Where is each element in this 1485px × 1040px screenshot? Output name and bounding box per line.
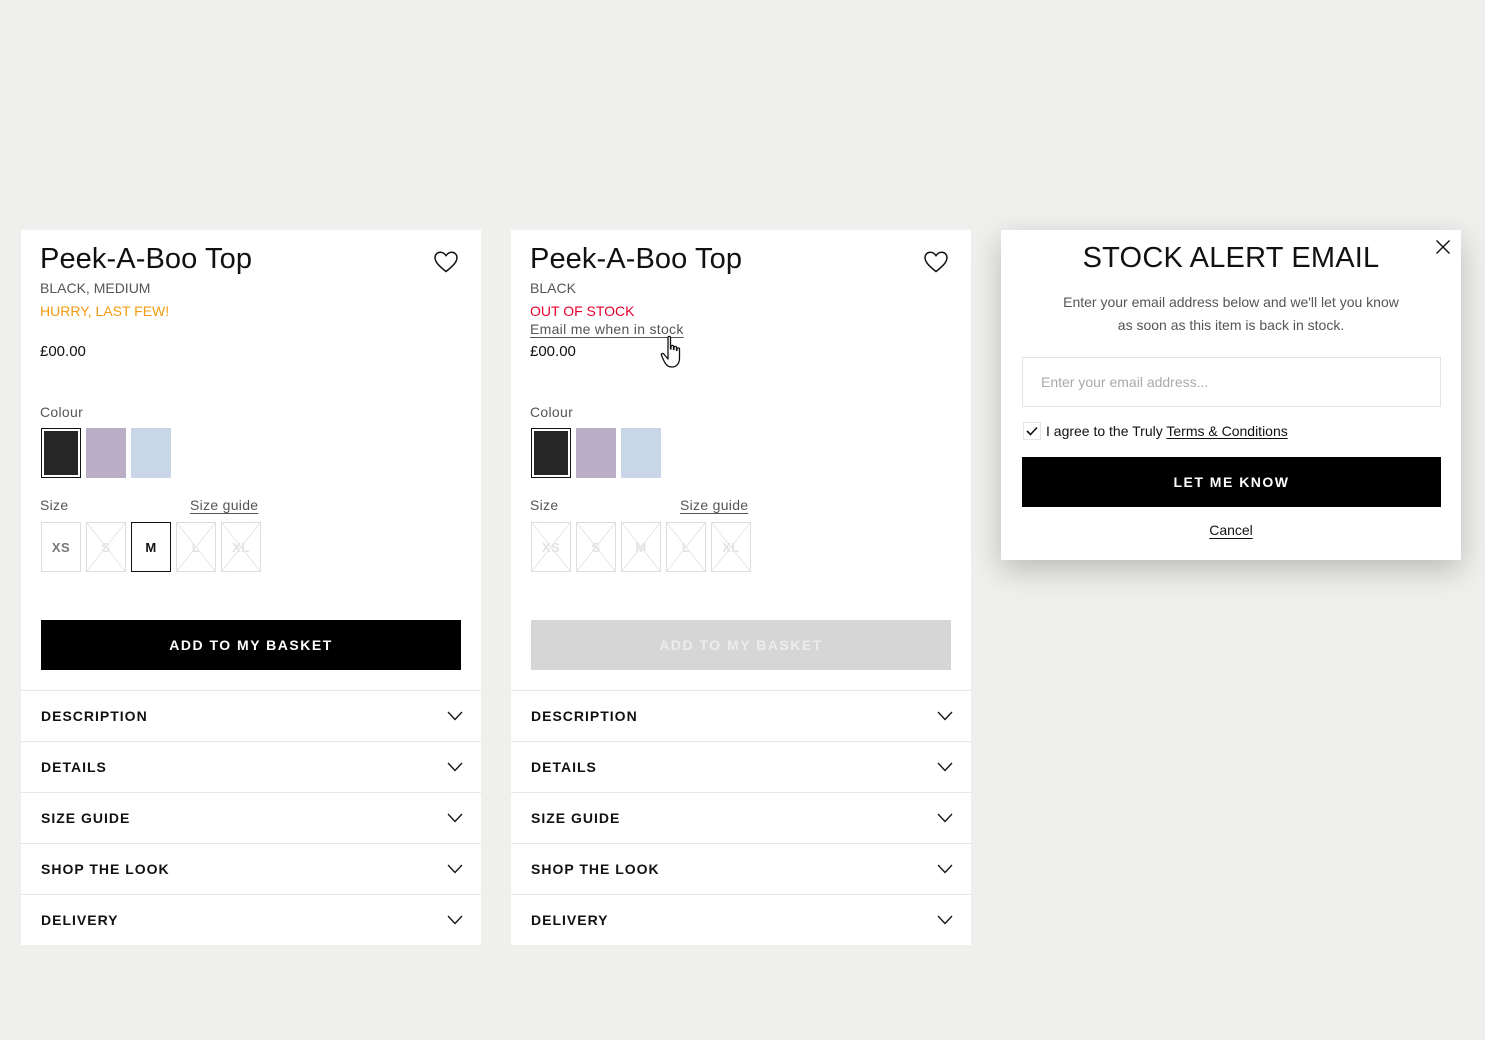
colour-label: Colour xyxy=(530,404,574,420)
size-option-m[interactable]: M xyxy=(131,522,171,572)
agree-checkbox[interactable] xyxy=(1023,422,1041,440)
chevron-down-icon xyxy=(447,864,463,874)
chevron-down-icon xyxy=(937,864,953,874)
cancel-link[interactable]: Cancel xyxy=(1209,522,1253,538)
accordion-label: SHOP THE LOOK xyxy=(531,861,660,877)
accordion-delivery[interactable]: DELIVERY xyxy=(21,894,481,945)
colour-swatches xyxy=(41,428,171,478)
chevron-down-icon xyxy=(447,711,463,721)
product-price: £00.00 xyxy=(40,343,86,360)
size-option-xs[interactable]: XS xyxy=(41,522,81,572)
modal-description-line: Enter your email address below and we'll… xyxy=(1063,294,1399,310)
add-to-basket-button-disabled: ADD TO MY BASKET xyxy=(531,620,951,670)
modal-title: STOCK ALERT EMAIL xyxy=(1082,242,1380,274)
heart-icon[interactable] xyxy=(433,250,459,274)
unavailable-cross-icon xyxy=(87,523,125,571)
accordion-description[interactable]: DESCRIPTION xyxy=(21,690,481,741)
colour-swatch-lilac[interactable] xyxy=(86,428,126,478)
modal-description: Enter your email address below and we'll… xyxy=(1041,291,1421,337)
accordion-description[interactable]: DESCRIPTION xyxy=(511,690,971,741)
accordion-label: SIZE GUIDE xyxy=(41,810,131,826)
stock-status-out: OUT OF STOCK xyxy=(530,303,635,319)
email-input[interactable] xyxy=(1022,357,1441,407)
product-accordion: DESCRIPTION DETAILS SIZE GUIDE SHOP THE … xyxy=(511,690,971,945)
size-option-s[interactable]: S xyxy=(576,522,616,572)
accordion-size-guide[interactable]: SIZE GUIDE xyxy=(21,792,481,843)
product-price: £00.00 xyxy=(530,343,576,360)
chevron-down-icon xyxy=(937,813,953,823)
colour-swatches xyxy=(531,428,661,478)
product-variant: BLACK, MEDIUM xyxy=(40,280,151,296)
size-guide-link[interactable]: Size guide xyxy=(190,497,258,513)
colour-swatch-light-blue[interactable] xyxy=(131,428,171,478)
unavailable-cross-icon xyxy=(222,523,260,571)
product-accordion: DESCRIPTION DETAILS SIZE GUIDE SHOP THE … xyxy=(21,690,481,945)
colour-swatch-light-blue[interactable] xyxy=(621,428,661,478)
size-guide-link[interactable]: Size guide xyxy=(680,497,748,513)
accordion-shop-the-look[interactable]: SHOP THE LOOK xyxy=(511,843,971,894)
accordion-delivery[interactable]: DELIVERY xyxy=(511,894,971,945)
hand-pointer-cursor-icon xyxy=(660,335,681,368)
size-option-m[interactable]: M xyxy=(621,522,661,572)
size-option-xs[interactable]: XS xyxy=(531,522,571,572)
accordion-shop-the-look[interactable]: SHOP THE LOOK xyxy=(21,843,481,894)
product-card-in-stock: Peek-A-Boo Top BLACK, MEDIUM HURRY, LAST… xyxy=(21,230,481,945)
accordion-label: DETAILS xyxy=(531,759,597,775)
chevron-down-icon xyxy=(447,762,463,772)
unavailable-cross-icon xyxy=(577,523,615,571)
accordion-label: DELIVERY xyxy=(41,912,119,928)
chevron-down-icon xyxy=(937,762,953,772)
size-options: XS S M L XL xyxy=(531,522,751,572)
terms-link[interactable]: Terms & Conditions xyxy=(1166,423,1287,439)
accordion-label: DETAILS xyxy=(41,759,107,775)
let-me-know-button[interactable]: LET ME KNOW xyxy=(1022,457,1441,507)
unavailable-cross-icon xyxy=(177,523,215,571)
modal-description-line: as soon as this item is back in stock. xyxy=(1117,317,1345,333)
size-option-s[interactable]: S xyxy=(86,522,126,572)
accordion-size-guide[interactable]: SIZE GUIDE xyxy=(511,792,971,843)
product-title: Peek-A-Boo Top xyxy=(40,243,253,275)
agree-label: I agree to the Truly Terms & Conditions xyxy=(1046,423,1288,439)
cancel-container: Cancel xyxy=(1001,522,1461,538)
checkmark-icon xyxy=(1026,426,1038,436)
unavailable-cross-icon xyxy=(667,523,705,571)
size-options: XS S M L XL xyxy=(41,522,261,572)
accordion-label: DESCRIPTION xyxy=(41,708,148,724)
accordion-label: SHOP THE LOOK xyxy=(41,861,170,877)
accordion-label: SIZE GUIDE xyxy=(531,810,621,826)
colour-swatch-black[interactable] xyxy=(531,428,571,478)
stock-status-low: HURRY, LAST FEW! xyxy=(40,303,170,319)
product-title: Peek-A-Boo Top xyxy=(530,243,743,275)
unavailable-cross-icon xyxy=(712,523,750,571)
accordion-details[interactable]: DETAILS xyxy=(21,741,481,792)
size-option-l[interactable]: L xyxy=(176,522,216,572)
size-option-xl[interactable]: XL xyxy=(221,522,261,572)
size-option-l[interactable]: L xyxy=(666,522,706,572)
chevron-down-icon xyxy=(937,915,953,925)
stock-alert-modal: STOCK ALERT EMAIL Enter your email addre… xyxy=(1001,230,1461,560)
colour-swatch-black[interactable] xyxy=(41,428,81,478)
size-option-xl[interactable]: XL xyxy=(711,522,751,572)
add-to-basket-button[interactable]: ADD TO MY BASKET xyxy=(41,620,461,670)
accordion-label: DESCRIPTION xyxy=(531,708,638,724)
chevron-down-icon xyxy=(447,915,463,925)
unavailable-cross-icon xyxy=(622,523,660,571)
size-label: Size xyxy=(40,497,69,513)
chevron-down-icon xyxy=(447,813,463,823)
colour-label: Colour xyxy=(40,404,84,420)
chevron-down-icon xyxy=(937,711,953,721)
size-label: Size xyxy=(530,497,559,513)
accordion-details[interactable]: DETAILS xyxy=(511,741,971,792)
accordion-label: DELIVERY xyxy=(531,912,609,928)
product-card-out-of-stock: Peek-A-Boo Top BLACK OUT OF STOCK Email … xyxy=(511,230,971,945)
product-variant: BLACK xyxy=(530,280,576,296)
agree-text: I agree to the Truly xyxy=(1046,423,1167,439)
heart-icon[interactable] xyxy=(923,250,949,274)
colour-swatch-lilac[interactable] xyxy=(576,428,616,478)
unavailable-cross-icon xyxy=(532,523,570,571)
